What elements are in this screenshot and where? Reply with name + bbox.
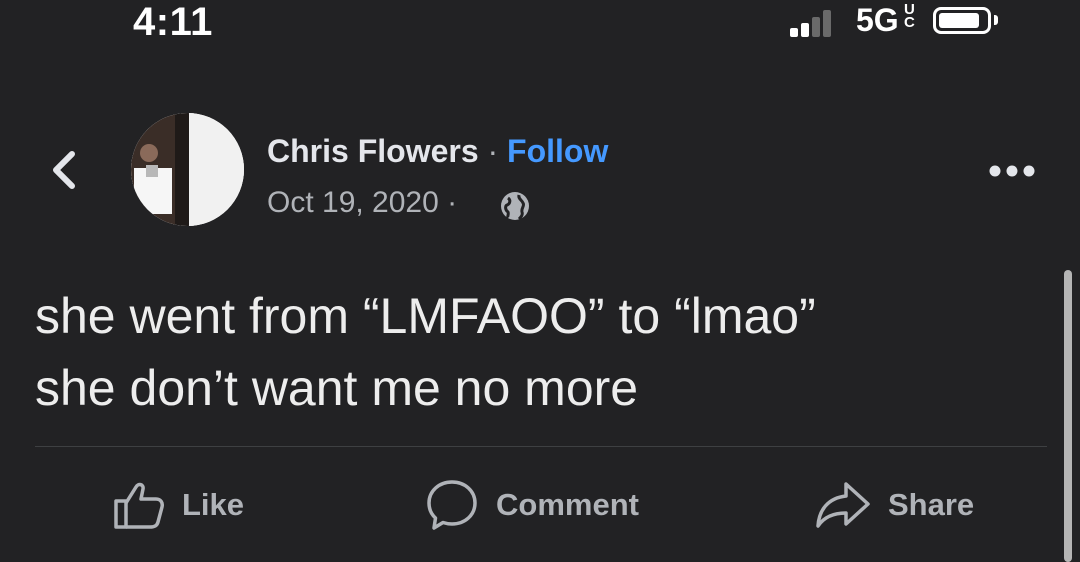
chevron-left-icon (53, 151, 75, 189)
status-time: 4:11 (133, 0, 213, 44)
like-label: Like (182, 487, 245, 522)
globe-icon (501, 192, 529, 221)
signal-icon (790, 9, 838, 37)
thumbs-up-icon (114, 482, 164, 529)
avatar-photo (131, 113, 244, 226)
meta-separator: · (447, 186, 458, 219)
post-text-line-2: she don’t want me no more (35, 360, 639, 416)
post-text-line-1: she went from “LMFAOO” to “lmao” (35, 288, 816, 344)
back-button[interactable] (44, 148, 88, 192)
comment-label: Comment (496, 487, 639, 522)
scrollbar[interactable] (1064, 270, 1072, 562)
status-bar: 4:11 5G UC (0, 0, 1080, 50)
battery-level (939, 13, 979, 28)
like-button[interactable]: Like (112, 470, 244, 540)
divider (35, 446, 1047, 447)
post-header: Chris Flowers · Follow (267, 133, 608, 170)
comment-button[interactable]: Comment (424, 470, 639, 540)
share-label: Share (888, 487, 975, 522)
comment-icon (427, 480, 477, 530)
post-date[interactable]: Oct 19, 2020 (267, 186, 439, 219)
battery-icon (933, 7, 991, 34)
name-separator: · (487, 133, 499, 169)
battery-tip (994, 15, 998, 25)
more-options-icon[interactable] (986, 158, 1038, 184)
share-icon (816, 482, 870, 528)
avatar[interactable] (131, 113, 244, 226)
post-meta: Oct 19, 2020 · (267, 186, 457, 220)
network-suffix: UC (904, 1, 915, 31)
post-text: she went from “LMFAOO” to “lmao” she don… (35, 280, 1035, 424)
author-name[interactable]: Chris Flowers (267, 133, 479, 169)
follow-button[interactable]: Follow (507, 133, 608, 169)
network-type: 5G (856, 2, 899, 38)
share-button[interactable]: Share (814, 470, 974, 540)
